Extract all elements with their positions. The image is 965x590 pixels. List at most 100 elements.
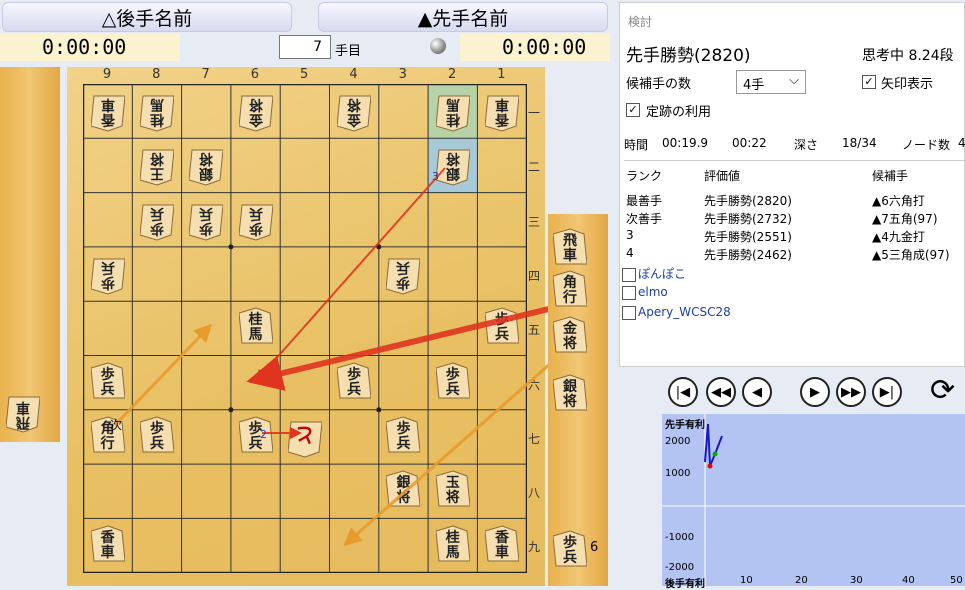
board-piece[interactable]: 歩兵 <box>485 307 520 349</box>
board-piece[interactable]: 銀将 <box>386 470 421 512</box>
board-piece[interactable]: 玉将 <box>435 470 470 512</box>
candidate-cell: 最善手 <box>626 194 663 208</box>
candidate-cell[interactable]: ▲4九金打 <box>872 228 925 245</box>
first-move-button[interactable]: |◀ <box>668 377 698 407</box>
engine-item[interactable]: elmo <box>622 285 668 300</box>
engine-item[interactable]: Apery_WCSC28 <box>622 305 731 320</box>
file-number: 2 <box>447 67 457 82</box>
sente-name: ▲先手名前 <box>417 7 509 30</box>
time-value-2: 00:22 <box>732 136 767 150</box>
sente-hand-piece[interactable]: 銀将 <box>553 374 587 416</box>
nodes-label: ノード数 <box>902 138 951 152</box>
forward-10-button[interactable]: ▶▶ <box>836 377 866 407</box>
sente-hand-piece[interactable]: 金将 <box>553 316 587 358</box>
sente-hand-piece[interactable]: 角行 <box>553 270 587 312</box>
board-piece[interactable]: 歩兵 <box>386 253 421 295</box>
board-piece[interactable]: 歩兵 <box>386 416 421 458</box>
sente-hand-piece[interactable]: 飛車 <box>553 228 587 270</box>
depth-label: 深さ <box>794 138 819 152</box>
board-piece[interactable]: 歩兵 <box>139 199 174 241</box>
time-label: 時間 <box>624 138 649 152</box>
board-piece[interactable]: 王将 <box>139 144 174 186</box>
graph-xtick-50: 50 <box>950 575 963 586</box>
candidates-label: 候補手の数 <box>626 77 692 92</box>
board-piece[interactable]: 桂馬 <box>139 90 174 132</box>
col-eval: 評価値 <box>704 169 741 183</box>
board-piece[interactable]: 歩兵 <box>139 416 174 458</box>
back-10-button[interactable]: ◀◀ <box>706 377 736 407</box>
graph-xtick-10: 10 <box>740 575 753 586</box>
gote-clock: 0:00:00 <box>42 35 127 59</box>
sente-pawn-count: 6 <box>590 540 599 555</box>
engine-name: elmo <box>638 285 668 299</box>
gote-name: △後手名前 <box>101 7 193 30</box>
board-piece[interactable]: 桂馬 <box>435 90 470 132</box>
engine-checkbox[interactable] <box>622 305 636 320</box>
board-piece[interactable]: 歩兵 <box>435 362 470 404</box>
chevron-down-icon: ⌵ <box>789 73 799 88</box>
back-button[interactable]: ◀ <box>742 377 772 407</box>
board-piece[interactable]: 香車 <box>485 90 520 132</box>
rank-number: 八 <box>527 486 540 501</box>
col-move: 候補手 <box>872 169 909 183</box>
candidate-cell: 先手勝勢(2820) <box>704 194 792 208</box>
board-piece[interactable]: 歩兵 <box>337 362 372 404</box>
graph-ytick-m2000: -2000 <box>665 562 695 573</box>
candidate-cell[interactable]: ▲5三角成(97) <box>872 246 950 263</box>
engine-checkbox[interactable] <box>622 267 636 282</box>
thinking-status: 思考中 8.24段 <box>862 48 954 64</box>
panel-title: 検討 <box>628 15 653 29</box>
graph-xtick-20: 20 <box>795 575 808 586</box>
board-piece[interactable]: 桂馬 <box>238 307 273 349</box>
engine-name: Apery_WCSC28 <box>638 305 731 319</box>
time-value: 00:19.9 <box>662 136 709 150</box>
rank-number: 九 <box>527 540 540 555</box>
gote-name-plate: △後手名前 <box>2 2 292 32</box>
move-number-input[interactable]: 7 <box>279 35 331 59</box>
board-piece[interactable]: 銀将 <box>189 144 224 186</box>
joseki-checkbox[interactable]: ✓ <box>626 103 640 117</box>
board-piece[interactable]: 香車 <box>90 525 125 567</box>
file-number: 4 <box>349 67 358 82</box>
board-piece[interactable]: 香車 <box>485 525 520 567</box>
board-piece[interactable]: 角行 <box>90 416 125 458</box>
rank-number: 五 <box>527 323 540 338</box>
file-number: 3 <box>398 67 407 82</box>
board-piece[interactable]: 金将 <box>337 90 372 132</box>
last-move-button[interactable]: ▶| <box>872 377 902 407</box>
board-piece[interactable]: 歩兵 <box>238 199 273 241</box>
candidates-select[interactable]: 4手 ⌵ <box>736 70 806 94</box>
board-piece[interactable]: 歩兵 <box>189 199 224 241</box>
analysis-panel: 検討 先手勝勢(2820) 思考中 8.24段 候補手の数 4手 ⌵ ✓ 矢印表… <box>619 2 965 367</box>
candidate-cell: 次善手 <box>626 212 663 226</box>
arrows-checkbox[interactable]: ✓ <box>862 75 876 89</box>
sente-hand-piece[interactable]: 歩兵 <box>553 530 587 572</box>
rank-number: 七 <box>527 431 540 446</box>
engine-checkbox[interactable] <box>622 285 636 300</box>
rotate-board-icon[interactable]: ⟳ <box>930 373 955 408</box>
joseki-label: 定跡の利用 <box>646 105 712 120</box>
board-piece[interactable]: 金将 <box>238 90 273 132</box>
candidate-cell[interactable]: ▲6六角打 <box>872 192 925 209</box>
board-piece[interactable]: 歩兵 <box>90 253 125 295</box>
sente-name-plate: ▲先手名前 <box>318 2 608 32</box>
graph-ytick-m1000: -1000 <box>665 532 695 543</box>
board-piece[interactable]: と <box>287 416 322 458</box>
gote-hand-rook[interactable]: 飛車 <box>6 391 40 433</box>
candidate-cell[interactable]: ▲7五角(97) <box>872 210 938 227</box>
board-piece[interactable]: 歩兵 <box>90 362 125 404</box>
file-number: 8 <box>152 67 161 82</box>
graph-xtick-30: 30 <box>850 575 863 586</box>
rank-number: 一 <box>527 106 540 120</box>
nodes-value: 4 <box>958 136 965 150</box>
board-piece[interactable]: 桂馬 <box>435 525 470 567</box>
board-piece[interactable]: 香車 <box>90 90 125 132</box>
candidate-cell: 先手勝勢(2551) <box>704 230 792 244</box>
board-piece[interactable]: 銀将 <box>435 144 470 186</box>
turn-indicator-icon <box>430 38 446 54</box>
forward-button[interactable]: ▶ <box>800 377 830 407</box>
evaluation-graph[interactable]: 先手有利 2000 1000 -1000 -2000 後手有利 10 20 30… <box>662 414 965 590</box>
gote-komadai[interactable] <box>0 67 60 442</box>
board-piece[interactable]: 歩兵 <box>238 416 273 458</box>
engine-item[interactable]: ぽんぽこ <box>622 265 686 282</box>
